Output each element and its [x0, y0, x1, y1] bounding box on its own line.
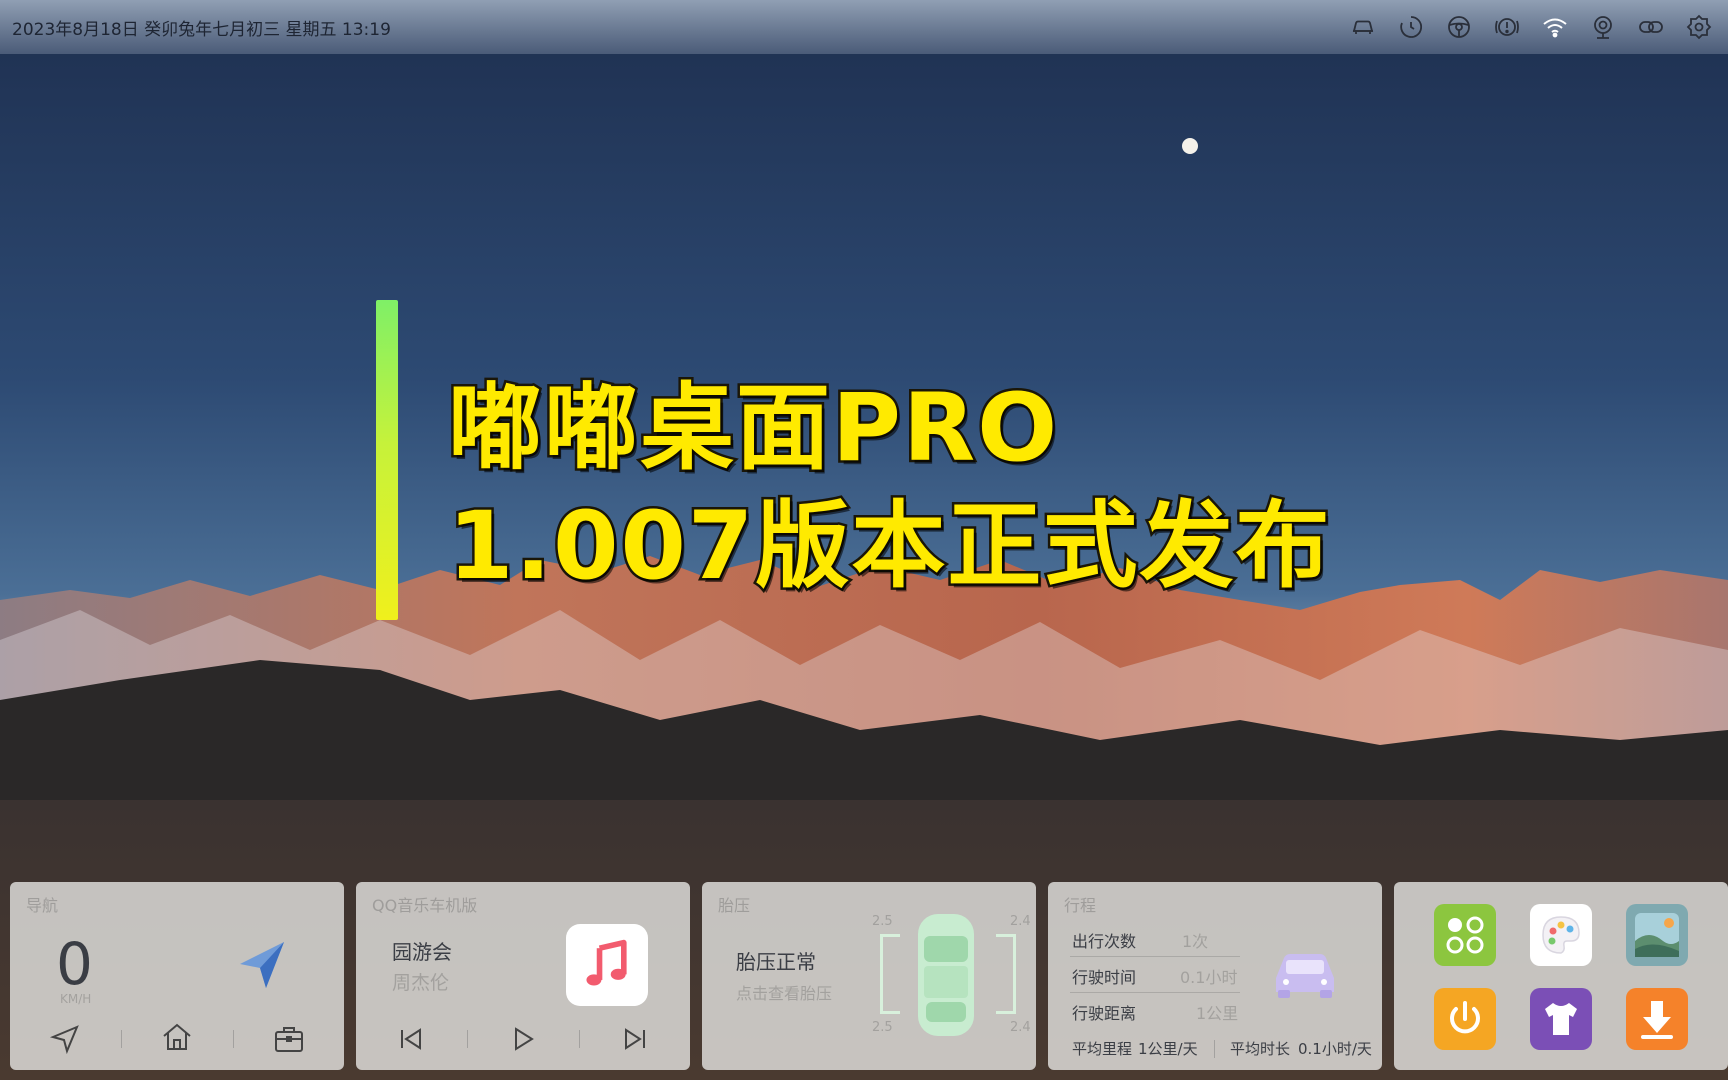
trip-count-label: 出行次数	[1072, 932, 1137, 951]
next-icon[interactable]	[618, 1022, 652, 1056]
trip-foot-right-label: 平均时长	[1230, 1040, 1291, 1058]
palette-icon[interactable]	[1530, 904, 1592, 966]
song-artist: 周杰伦	[392, 972, 450, 994]
tire-card[interactable]: 胎压	[702, 882, 1036, 1070]
car-icon[interactable]	[1350, 14, 1376, 40]
trip-divider	[1070, 992, 1240, 993]
trip-foot-divider	[1214, 1040, 1215, 1058]
trip-foot-right-value: 0.1小时/天	[1298, 1040, 1372, 1058]
trip-divider	[1070, 956, 1240, 957]
trip-card-title: 行程	[1064, 896, 1097, 915]
tire-value-fr: 2.4	[1010, 914, 1031, 929]
power-icon[interactable]	[1434, 988, 1496, 1050]
tire-card-title: 胎压	[718, 896, 751, 915]
download-icon[interactable]	[1626, 988, 1688, 1050]
previous-icon[interactable]	[394, 1022, 428, 1056]
wallpaper-icon[interactable]	[1626, 904, 1688, 966]
accent-bar	[376, 300, 398, 620]
music-divider	[467, 1030, 468, 1048]
song-title: 园游会	[392, 940, 452, 964]
car-icon	[1276, 954, 1334, 998]
steering-wheel-icon[interactable]	[1446, 14, 1472, 40]
app-grid-icon[interactable]	[1434, 904, 1496, 966]
wifi-icon[interactable]	[1542, 14, 1568, 40]
trip-foot-left-label: 平均里程	[1072, 1040, 1133, 1058]
moon	[1182, 138, 1198, 154]
navigation-arrow-icon[interactable]	[232, 936, 290, 994]
tire-status: 胎压正常	[736, 950, 816, 974]
camera-icon[interactable]	[1590, 14, 1616, 40]
navigate-icon[interactable]	[48, 1022, 82, 1056]
speed-value: 0	[56, 930, 93, 998]
car-top-view-icon	[918, 914, 974, 1036]
headline-line-2: 1.007版本正式发布	[445, 490, 1332, 604]
settings-icon[interactable]	[1686, 14, 1712, 40]
nav-divider	[233, 1030, 234, 1048]
tshirt-icon[interactable]	[1530, 988, 1592, 1050]
timer-icon[interactable]	[1398, 14, 1424, 40]
status-bar: 2023年8月18日 癸卯兔年七月初三 星期五 13:19	[0, 0, 1728, 54]
trip-time-value: 0.1小时	[1180, 968, 1238, 987]
warning-icon[interactable]	[1494, 14, 1520, 40]
music-divider	[579, 1030, 580, 1048]
music-app-tile[interactable]	[566, 924, 648, 1006]
tire-subtitle: 点击查看胎压	[736, 984, 833, 1003]
speed-unit: KM/H	[60, 992, 92, 1006]
tire-bracket-left	[880, 934, 900, 1014]
music-note-icon	[586, 939, 627, 986]
trip-foot-left-value: 1公里/天	[1138, 1040, 1198, 1058]
status-icons	[1350, 14, 1716, 40]
trip-distance-value: 1公里	[1196, 1004, 1239, 1023]
nav-divider	[121, 1030, 122, 1048]
datetime-label: 2023年8月18日 癸卯兔年七月初三 星期五 13:19	[12, 19, 391, 40]
tire-value-rl: 2.5	[872, 1020, 893, 1035]
music-card-title: QQ音乐车机版	[372, 896, 478, 915]
headline-line-1: 嘟嘟桌面PRO	[445, 372, 1060, 486]
tire-value-fl: 2.5	[872, 914, 893, 929]
tire-value-rr: 2.4	[1010, 1020, 1031, 1035]
nav-card-title: 导航	[26, 896, 59, 915]
link-icon[interactable]	[1638, 14, 1664, 40]
trip-count-value: 1次	[1182, 932, 1209, 951]
home-icon[interactable]	[160, 1020, 194, 1054]
briefcase-icon[interactable]	[272, 1022, 306, 1056]
trip-time-label: 行驶时间	[1072, 968, 1137, 987]
trip-distance-label: 行驶距离	[1072, 1004, 1137, 1023]
play-icon[interactable]	[506, 1022, 540, 1056]
tire-bracket-right	[996, 934, 1016, 1014]
